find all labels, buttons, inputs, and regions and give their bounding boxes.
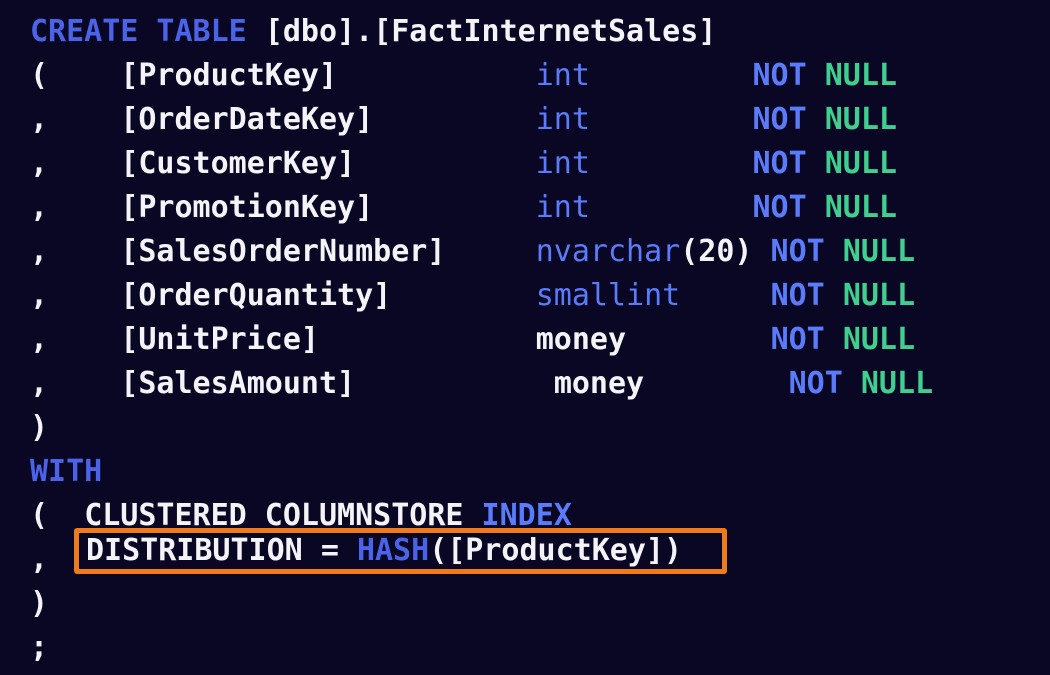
column-name: [PromotionKey]: [120, 190, 374, 225]
column-name: [ProductKey]: [120, 58, 338, 93]
nullability-not: NOT: [752, 102, 807, 137]
nullability-pad: [590, 102, 753, 137]
code-line-create-table: CREATE TABLE [dbo].[FactInternetSales]: [0, 10, 1050, 54]
column-pad: [319, 322, 536, 357]
line-lead-token: ,: [30, 102, 49, 137]
columns-close-paren: ): [30, 410, 49, 445]
line-lead-token: ,: [30, 146, 49, 181]
nullability-null: NULL: [824, 58, 897, 93]
column-name: [OrderQuantity]: [120, 278, 392, 313]
column-name: [SalesAmount]: [120, 366, 356, 401]
nullability-pad: [680, 278, 770, 313]
schema-name: [dbo]: [264, 14, 356, 49]
line-lead-token: ,: [30, 542, 49, 577]
keyword-with: WITH: [30, 454, 103, 489]
table-row: , [UnitPrice] money NOT NULL: [0, 318, 1050, 362]
nullability-pad: [590, 190, 753, 225]
nullability-not: NOT: [788, 366, 843, 401]
nullability-not: NOT: [770, 278, 825, 313]
column-type: int: [535, 146, 590, 181]
nullability-null: NULL: [842, 278, 916, 313]
nullability-pad: [752, 234, 770, 269]
nullability-pad: [626, 322, 771, 357]
column-type: nvarchar: [535, 234, 681, 269]
column-pad: [391, 278, 536, 313]
table-row: , [PromotionKey] int NOT NULL: [0, 186, 1050, 230]
table-name: [FactInternetSales]: [373, 14, 717, 49]
distribution-clause-text: DISTRIBUTION = HASH([ProductKey]): [86, 534, 682, 568]
table-row: , [OrderDateKey] int NOT NULL: [0, 98, 1050, 142]
column-pad: [355, 366, 554, 401]
column-pad: [373, 190, 536, 225]
nullability-pad: [644, 366, 789, 401]
column-type: int: [535, 190, 590, 225]
code-line-with: WITH: [0, 450, 1050, 494]
code-line-with-close-paren: ): [0, 582, 1050, 626]
column-type-arg: (20): [680, 234, 753, 269]
hash-argument-column: [ProductKey]: [447, 533, 664, 568]
equals-sign: =: [320, 533, 339, 568]
code-line-close-paren: ): [0, 406, 1050, 450]
nullability-null: NULL: [842, 322, 916, 357]
line-lead-token: (: [30, 58, 49, 93]
statement-terminator: ;: [30, 630, 49, 665]
column-type: money: [535, 322, 627, 357]
column-type: int: [535, 58, 590, 93]
nullability-null: NULL: [824, 190, 897, 225]
column-pad: [373, 102, 536, 137]
hash-function-name: HASH: [356, 533, 430, 568]
code-line-terminator: ;: [0, 626, 1050, 670]
line-lead-token: ,: [30, 322, 49, 357]
nullability-not: NOT: [752, 58, 807, 93]
table-row: ( [ProductKey] int NOT NULL: [0, 54, 1050, 98]
nullability-null: NULL: [824, 146, 897, 181]
nullability-not: NOT: [770, 322, 825, 357]
column-name: [CustomerKey]: [120, 146, 356, 181]
line-lead-token: (: [30, 498, 49, 533]
table-row: , [SalesOrderNumber] nvarchar(20) NOT NU…: [0, 230, 1050, 274]
column-pad: [445, 234, 535, 269]
nullability-pad: [590, 146, 753, 181]
line-lead-token: ,: [30, 234, 49, 269]
distribution-option-name: DISTRIBUTION: [86, 533, 303, 568]
code-editor-surface: CREATE TABLE [dbo].[FactInternetSales]( …: [0, 0, 1050, 675]
nullability-not: NOT: [752, 146, 807, 181]
column-pad: [355, 146, 536, 181]
column-type: money: [553, 366, 645, 401]
sql-code-block: CREATE TABLE [dbo].[FactInternetSales]( …: [0, 0, 1050, 670]
hash-close-paren: ): [664, 533, 683, 568]
column-name: [SalesOrderNumber]: [120, 234, 446, 269]
table-row: , [CustomerKey] int NOT NULL: [0, 142, 1050, 186]
line-lead-token: ,: [30, 366, 49, 401]
schema-table-separator: .: [355, 14, 374, 49]
hash-open-paren: (: [429, 533, 448, 568]
column-name: [OrderDateKey]: [120, 102, 374, 137]
nullability-pad: [590, 58, 753, 93]
with-close-paren: ): [30, 586, 49, 621]
keyword-create-table: CREATE TABLE: [30, 14, 247, 49]
clustered-columnstore-text: CLUSTERED COLUMNSTORE: [84, 498, 482, 533]
nullability-null: NULL: [860, 366, 934, 401]
nullability-null: NULL: [842, 234, 916, 269]
table-row: , [OrderQuantity] smallint NOT NULL: [0, 274, 1050, 318]
nullability-null: NULL: [824, 102, 897, 137]
column-type: smallint: [535, 278, 681, 313]
nullability-not: NOT: [770, 234, 825, 269]
line-lead-token: ,: [30, 278, 49, 313]
column-name: [UnitPrice]: [120, 322, 319, 357]
table-row: , [SalesAmount] money NOT NULL: [0, 362, 1050, 406]
nullability-not: NOT: [752, 190, 807, 225]
column-type: int: [535, 102, 590, 137]
column-pad: [337, 58, 536, 93]
keyword-index: INDEX: [481, 498, 572, 533]
line-lead-token: ,: [30, 190, 49, 225]
code-line-clustered-columnstore: ( CLUSTERED COLUMNSTORE INDEX: [0, 494, 1050, 538]
